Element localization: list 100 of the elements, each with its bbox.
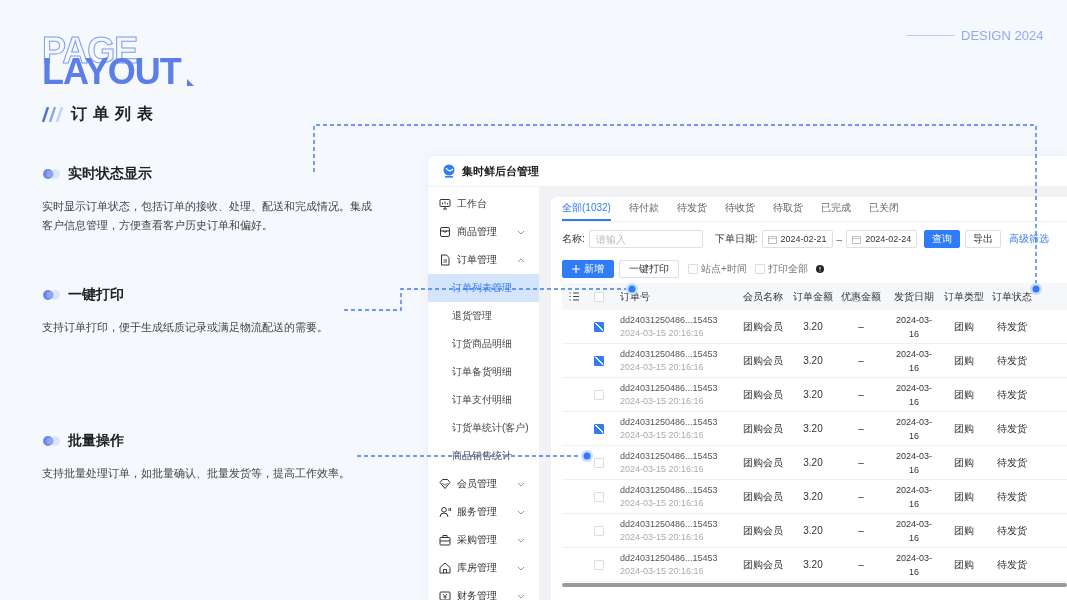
date-separator: – xyxy=(836,233,843,245)
table-cell-text: – xyxy=(857,559,865,570)
order-number: dd24031250486...15453 xyxy=(620,553,718,563)
order-time: 2024-03-15 20:16:16 xyxy=(620,566,704,576)
tab[interactable]: 全部(1032) xyxy=(562,197,611,221)
table-cell-text: 团购会员 xyxy=(742,421,784,436)
list-icon[interactable] xyxy=(569,292,579,301)
table-cell-text: 3.20 xyxy=(802,423,824,434)
checkbox-option[interactable]: 打印全部 xyxy=(754,262,808,276)
scrollbar[interactable] xyxy=(562,583,1067,587)
tab[interactable]: 待发货 xyxy=(676,197,707,221)
table-cell-text: – xyxy=(857,457,865,468)
order-number: dd24031250486...15453 xyxy=(620,417,718,427)
sidebar-item[interactable]: 服务管理 xyxy=(428,498,539,526)
table-cell-text: 2024-03-16 xyxy=(895,347,933,375)
sidebar-item[interactable]: 退货管理 xyxy=(428,302,539,330)
button[interactable]: 查询 xyxy=(924,230,961,248)
table-cell-text: 3.20 xyxy=(802,321,824,332)
banknote-icon xyxy=(439,590,451,600)
sidebar-item[interactable]: 商品管理 xyxy=(428,218,539,246)
order-time: 2024-03-15 20:16:16 xyxy=(620,362,704,372)
corner-triangle-icon xyxy=(186,79,194,86)
sidebar-item[interactable]: 库房管理 xyxy=(428,554,539,582)
chevron-down-icon xyxy=(517,537,525,543)
table-cell-text: 待发货 xyxy=(996,387,1028,402)
tab[interactable]: 待付款 xyxy=(628,197,659,221)
table-cell-text: 3.20 xyxy=(802,389,824,400)
person-icon xyxy=(439,506,451,518)
sidebar-item[interactable]: 会员管理 xyxy=(428,470,539,498)
table-cell-text: – xyxy=(857,355,865,366)
sidebar-item[interactable]: 工作台 xyxy=(428,190,539,218)
chevron-down-icon xyxy=(517,509,525,515)
table-cell-text: 团购会员 xyxy=(742,455,784,470)
table-cell-text: 团购会员 xyxy=(742,557,784,572)
table-cell-text: 2024-03-16 xyxy=(895,313,933,341)
checkbox-option[interactable]: 站点+时间 xyxy=(688,262,747,276)
table-cell-text: 团购 xyxy=(953,455,975,470)
info-icon xyxy=(815,265,824,273)
document-icon xyxy=(439,254,451,266)
diamond-icon xyxy=(439,478,451,490)
feature-title: 实时状态显示 xyxy=(68,165,152,183)
table-cell-text: 团购会员 xyxy=(742,353,784,368)
order-time: 2024-03-15 20:16:16 xyxy=(620,430,704,440)
section-title: 订单列表 xyxy=(71,104,159,124)
table-cell-text: 2024-03-16 xyxy=(895,551,933,579)
table-cell-text: 2024-03-16 xyxy=(895,381,933,409)
column-header: 订单类型 xyxy=(943,289,985,304)
anchor-dot xyxy=(1030,283,1042,295)
checkbox[interactable] xyxy=(594,423,604,434)
table-cell-text: 待发货 xyxy=(996,489,1028,504)
house-icon xyxy=(439,562,451,574)
tab[interactable]: 待收货 xyxy=(724,197,755,221)
tab[interactable]: 已完成 xyxy=(820,197,851,221)
table-cell-text: 2024-03-16 xyxy=(895,415,933,443)
table-cell-text: 待发货 xyxy=(996,455,1028,470)
chevron-down-icon xyxy=(517,565,525,571)
button[interactable]: 导出 xyxy=(965,230,1002,248)
date-field[interactable]: 2024-02-24 xyxy=(846,230,918,248)
table-cell-text: 团购 xyxy=(953,353,975,368)
button[interactable]: 一键打印 xyxy=(619,260,679,278)
table-cell-text: 3.20 xyxy=(802,355,824,366)
sidebar-item[interactable]: 订货商品明细 xyxy=(428,330,539,358)
order-time: 2024-03-15 20:16:16 xyxy=(620,464,704,474)
order-number: dd24031250486...15453 xyxy=(620,451,718,461)
sidebar-item[interactable]: 采购管理 xyxy=(428,526,539,554)
table-cell-text: 待发货 xyxy=(996,421,1028,436)
table-cell-text: 2024-03-16 xyxy=(895,517,933,545)
table-cell-text: – xyxy=(857,525,865,536)
sidebar-item[interactable]: 订单支付明细 xyxy=(428,386,539,414)
table-cell-text: – xyxy=(857,423,865,434)
dot-pair-icon xyxy=(42,169,60,179)
briefcase-icon xyxy=(439,534,451,546)
feature-description: 支持批量处理订单，如批量确认、批量发货等，提高工作效率。 xyxy=(42,466,351,481)
table-cell-text: 待发货 xyxy=(996,557,1028,572)
table-cell-text: 团购会员 xyxy=(742,489,784,504)
tab[interactable]: 已关闭 xyxy=(868,197,899,221)
button[interactable]: 新增 xyxy=(562,260,614,278)
design-year-label: DESIGN 2024 xyxy=(961,28,1044,43)
checkbox[interactable] xyxy=(594,355,604,366)
table-cell-text: 团购会员 xyxy=(742,523,784,538)
table-cell-text: 3.20 xyxy=(802,559,824,570)
table-cell-text: 3.20 xyxy=(802,491,824,502)
calendar-icon xyxy=(767,234,777,244)
date-field[interactable]: 2024-02-21 xyxy=(761,230,833,248)
monitor-icon xyxy=(439,198,451,210)
chevron-down-icon xyxy=(517,229,525,235)
table-cell-text: 团购 xyxy=(953,319,975,334)
plus-icon xyxy=(572,265,580,273)
name-input-field[interactable]: 请输入 xyxy=(588,230,703,248)
table-cell-text: 3.20 xyxy=(802,525,824,536)
tab[interactable]: 待取货 xyxy=(772,197,803,221)
column-header: 订单状态 xyxy=(991,289,1033,304)
sidebar-item[interactable]: 订货单统计(客户) xyxy=(428,414,539,442)
sidebar-item[interactable]: 财务管理 xyxy=(428,582,539,600)
sidebar-item[interactable]: 订单备货明细 xyxy=(428,358,539,386)
chevron-up-icon xyxy=(517,257,525,263)
slash-lines-icon xyxy=(42,107,64,122)
sidebar-item[interactable]: 订单管理 xyxy=(428,246,539,274)
advanced-filter-link[interactable]: 高级筛选 xyxy=(1009,232,1050,246)
checkbox[interactable] xyxy=(594,321,604,332)
